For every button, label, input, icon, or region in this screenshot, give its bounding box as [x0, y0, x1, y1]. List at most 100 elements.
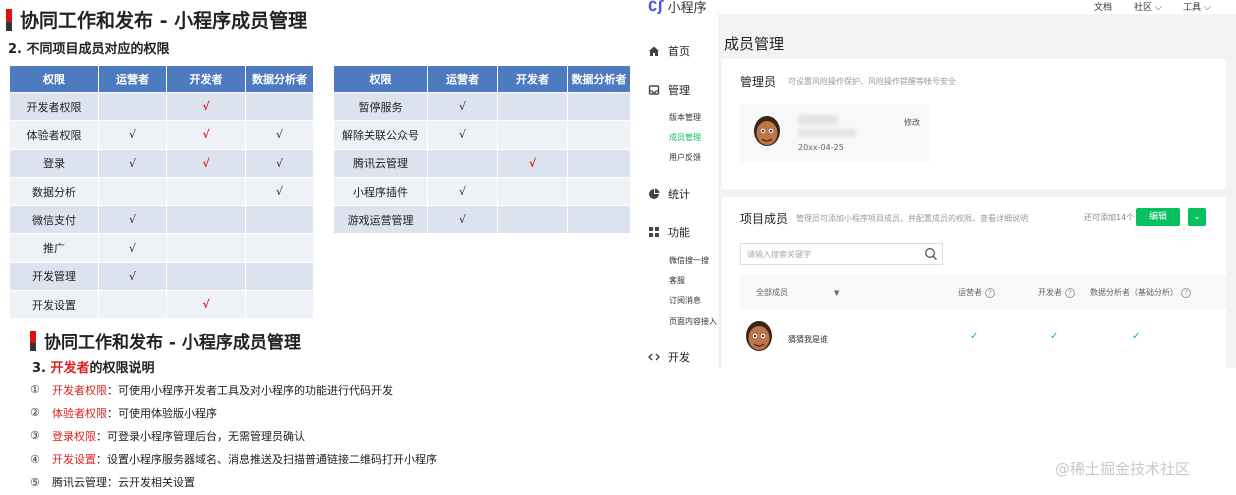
mini-program-admin-screenshot: ∁ʃ 小程序 文档 社区 ⌵ 工具 ⌵ 首页 管理 版本管理 成员管理 用户反馈… [642, 0, 1236, 368]
nav-community-label: 社区 [1134, 3, 1153, 13]
column-ops: 运营者? [958, 287, 995, 298]
slide-title-2: 协同工作和发布 - 小程序成员管理 [30, 328, 301, 353]
sidebar-item-version-manage[interactable]: 版本管理 [669, 112, 701, 123]
help-icon[interactable]: ? [1065, 287, 1075, 298]
admin-name-redacted [798, 115, 838, 125]
main-content: 成员管理 管理员 可设置风险操作保护、风险操作提醒等帐号安全 20xx-04-2… [718, 14, 1236, 368]
table-b-body: 暂停服务 √ 解除关联公众号 √ 腾讯云管理 √ 小程序插件 √ 游戏运营管理 √ [333, 91, 631, 235]
table-row: 腾讯云管理 √ [333, 148, 631, 178]
sidebar-item-stats[interactable]: 统计 [648, 186, 690, 202]
permission-label: 开发者权限 [9, 91, 99, 122]
sidebar-item-customer-service[interactable]: 客服 [669, 275, 685, 286]
permission-label: 微信支付 [9, 205, 99, 235]
list-item: ② 体验者权限 ：可使用体验版小程序 [30, 401, 437, 424]
title-accent-bar [30, 330, 36, 351]
caret-down-icon: ▼ [834, 288, 840, 297]
sidebar-item-dev[interactable]: 开发 [648, 349, 690, 365]
subtitle-highlight: 开发者 [50, 361, 90, 376]
column-label: 运营者 [958, 288, 982, 297]
ops-cell: √ [98, 205, 167, 235]
expand-button[interactable]: ⌄ [1188, 208, 1206, 226]
ops-cell [98, 176, 167, 207]
members-table-header: 全部成员 ▼ 运营者? 开发者? 数据分析者（基础分析）? [740, 275, 1226, 309]
data-cell [245, 91, 314, 122]
dev-cell [497, 176, 568, 207]
search-placeholder: 请输入搜索关键字 [747, 250, 811, 259]
column-all-members[interactable]: 全部成员 ▼ [756, 287, 839, 298]
slide-title-1: 协同工作和发布 - 小程序成员管理 [6, 6, 307, 33]
data-cell: √ [245, 148, 314, 178]
chevron-down-icon: ⌄ [1193, 212, 1201, 222]
ops-cell: √ [98, 233, 167, 263]
column-label: 数据分析者（基础分析） [1090, 288, 1178, 297]
list-description: ：云开发相关设置 [107, 476, 195, 490]
page-title: 成员管理 [724, 35, 785, 53]
dev-cell [166, 205, 246, 235]
list-term: 开发设置 [52, 453, 96, 467]
column-label: 全部成员 [756, 288, 788, 297]
table-row: 开发管理 √ [9, 261, 314, 292]
admin-edit-link[interactable]: 修改 [904, 117, 920, 128]
permission-label: 开发设置 [9, 290, 99, 320]
member-search-input[interactable]: 请输入搜索关键字 [740, 243, 943, 265]
table-row: 开发者权限 √ [9, 91, 314, 122]
sidebar-item-member-manage[interactable]: 成员管理 [669, 132, 701, 143]
dev-cell: √ [166, 290, 246, 320]
permission-label: 小程序插件 [333, 176, 428, 207]
top-bar: ∁ʃ 小程序 文档 社区 ⌵ 工具 ⌵ [642, 0, 1236, 16]
sidebar-item-features[interactable]: 功能 [648, 224, 690, 240]
slide-subtitle-1: 2. 不同项目成员对应的权限 [8, 42, 170, 57]
permission-label: 登录 [9, 148, 99, 178]
edit-members-button[interactable]: 编辑 [1136, 208, 1180, 226]
admin-title: 管理员 [740, 75, 777, 89]
dev-cell: √ [166, 91, 246, 122]
help-icon[interactable]: ? [1181, 287, 1191, 298]
table-row: 开发设置 √ [9, 290, 314, 320]
header-ops: 运营者 [98, 65, 167, 93]
sidebar-label: 开发 [668, 351, 690, 364]
header-data: 数据分析者 [567, 65, 631, 93]
sidebar-label: 首页 [668, 45, 690, 58]
permission-description-list: ① 开发者权限 ：可使用小程序开发者工具及对小程序的功能进行代码开发 ② 体验者权限 ：可… [30, 378, 437, 494]
watermark: @稀土掘金技术社区 [1055, 460, 1191, 478]
nav-docs[interactable]: 文档 [1094, 0, 1112, 13]
chevron-down-icon: ⌵ [1201, 3, 1211, 13]
dev-cell: √ [166, 148, 246, 178]
sidebar-item-wechat-search[interactable]: 微信搜一搜 [669, 255, 709, 266]
table-row: 游戏运营管理 √ [333, 205, 631, 235]
sidebar-item-manage[interactable]: 管理 [648, 82, 690, 98]
mini-program-logo-icon: ∁ʃ [648, 0, 664, 15]
help-icon[interactable]: ? [985, 287, 995, 298]
permission-label: 暂停服务 [333, 91, 428, 122]
sidebar-item-page-content[interactable]: 页面内容接入 [669, 316, 717, 327]
dev-check-icon: ✓ [1050, 331, 1059, 342]
header-data: 数据分析者 [245, 65, 314, 93]
data-cell [245, 261, 314, 292]
table-row: 登录 √ √ √ [9, 148, 314, 178]
list-item: ③ 登录权限 ：可登录小程序管理后台，无需管理员确认 [30, 424, 437, 447]
table-row: 暂停服务 √ [333, 91, 631, 122]
pie-chart-icon [649, 188, 660, 199]
ops-cell [98, 91, 167, 122]
dev-cell [166, 176, 246, 207]
nav-community[interactable]: 社区 ⌵ [1134, 0, 1162, 13]
home-icon [649, 46, 659, 56]
admin-date: 20xx-04-25 [798, 143, 844, 152]
title-accent-bar [6, 8, 12, 31]
dev-cell: √ [166, 120, 246, 150]
data-cell [245, 205, 314, 235]
sidebar-item-subscribe-messages[interactable]: 订阅消息 [669, 295, 701, 306]
nav-tools[interactable]: 工具 ⌵ [1183, 0, 1211, 13]
data-cell: √ [245, 120, 314, 150]
member-quota: 还可添加14个 [1084, 213, 1135, 222]
subtitle-suffix: 的权限说明 [89, 361, 155, 376]
data-cell [567, 91, 631, 122]
header-perm: 权限 [333, 65, 428, 93]
search-icon[interactable] [924, 247, 938, 261]
permission-table-b: 权限 运营者 开发者 数据分析者 暂停服务 √ 解除关联公众号 √ 腾讯云管理 √ 小程序插… [333, 65, 631, 235]
sidebar-item-home[interactable]: 首页 [648, 43, 690, 59]
data-cell [245, 290, 314, 320]
list-number: ④ [30, 452, 40, 466]
dev-cell [166, 233, 246, 263]
sidebar-item-user-feedback[interactable]: 用户反馈 [669, 152, 701, 163]
